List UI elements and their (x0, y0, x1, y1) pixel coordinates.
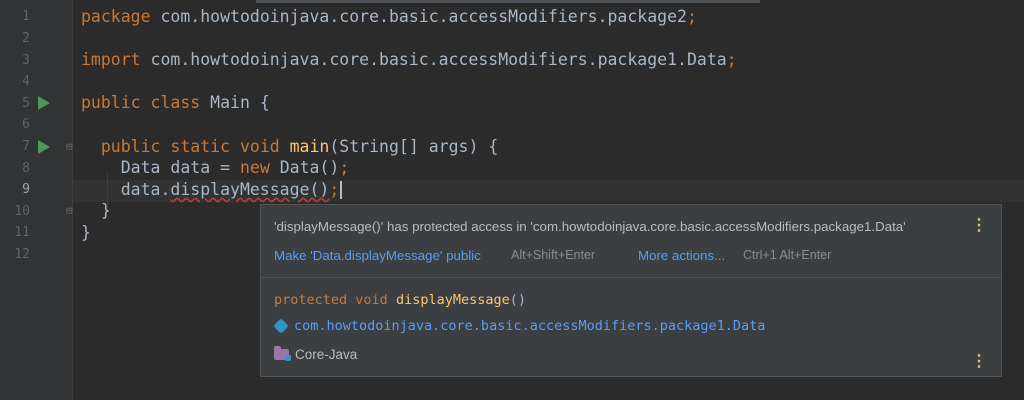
more-actions-shortcut: Ctrl+1 Alt+Enter (743, 248, 832, 262)
fold-collapse-icon[interactable]: ⊟ (66, 141, 73, 153)
popup-error-section: 'displayMessage()' has protected access … (261, 205, 1001, 278)
line-number: 2 (22, 31, 30, 46)
code-line-3: import com.howtodoinjava.core.basic.acce… (81, 50, 737, 70)
line-number: 3 (22, 53, 30, 68)
error-quick-fix-popup: 'displayMessage()' has protected access … (260, 204, 1002, 377)
make-public-action[interactable]: Make 'Data.displayMessage' public (274, 248, 481, 263)
line-number: 11 (14, 225, 30, 240)
line-number: 10 (14, 204, 30, 219)
line-number: 8 (22, 161, 30, 176)
line-number: 6 (22, 117, 30, 132)
code-line-5: public class Main { (81, 93, 270, 113)
class-cube-icon (273, 318, 289, 334)
code-line-8: Data data = new Data(); (81, 158, 350, 178)
code-line-9: data.displayMessage(); (81, 179, 737, 201)
editor-gutter: 1 2 3 4 5 6 7 8 9 10 11 12 ⊟ ⊟ (0, 0, 73, 400)
line-number: 5 (22, 96, 30, 111)
module-folder-icon (274, 346, 291, 361)
make-public-shortcut: Alt+Shift+Enter (511, 248, 596, 262)
error-message: 'displayMessage()' has protected access … (274, 219, 906, 234)
line-number: 1 (22, 9, 30, 24)
more-options-icon-bottom[interactable]: ⋮ (971, 354, 987, 370)
text-caret (340, 181, 343, 200)
more-actions-link[interactable]: More actions... (638, 248, 725, 263)
run-main-icon[interactable] (38, 140, 50, 154)
line-number: 4 (22, 74, 30, 89)
method-declaration: protected void displayMessage() (274, 292, 526, 308)
line-number: 12 (14, 247, 30, 262)
code-line-1: package com.howtodoinjava.core.basic.acc… (81, 7, 697, 26)
package-link[interactable]: com.howtodoinjava.core.basic.accessModif… (273, 318, 765, 334)
run-class-icon[interactable] (38, 96, 50, 110)
editor-tab-indicator (256, 0, 760, 3)
more-options-icon[interactable]: ⋮ (971, 218, 987, 234)
error-highlight[interactable]: displayMessage() (170, 180, 329, 199)
line-number: 7 (22, 139, 30, 154)
code-line-7: public static void main(String[] args) { (100, 136, 499, 156)
fold-end-icon[interactable]: ⊟ (66, 205, 73, 217)
module-info: Core-Java (274, 346, 357, 362)
line-number-active: 9 (22, 182, 30, 197)
